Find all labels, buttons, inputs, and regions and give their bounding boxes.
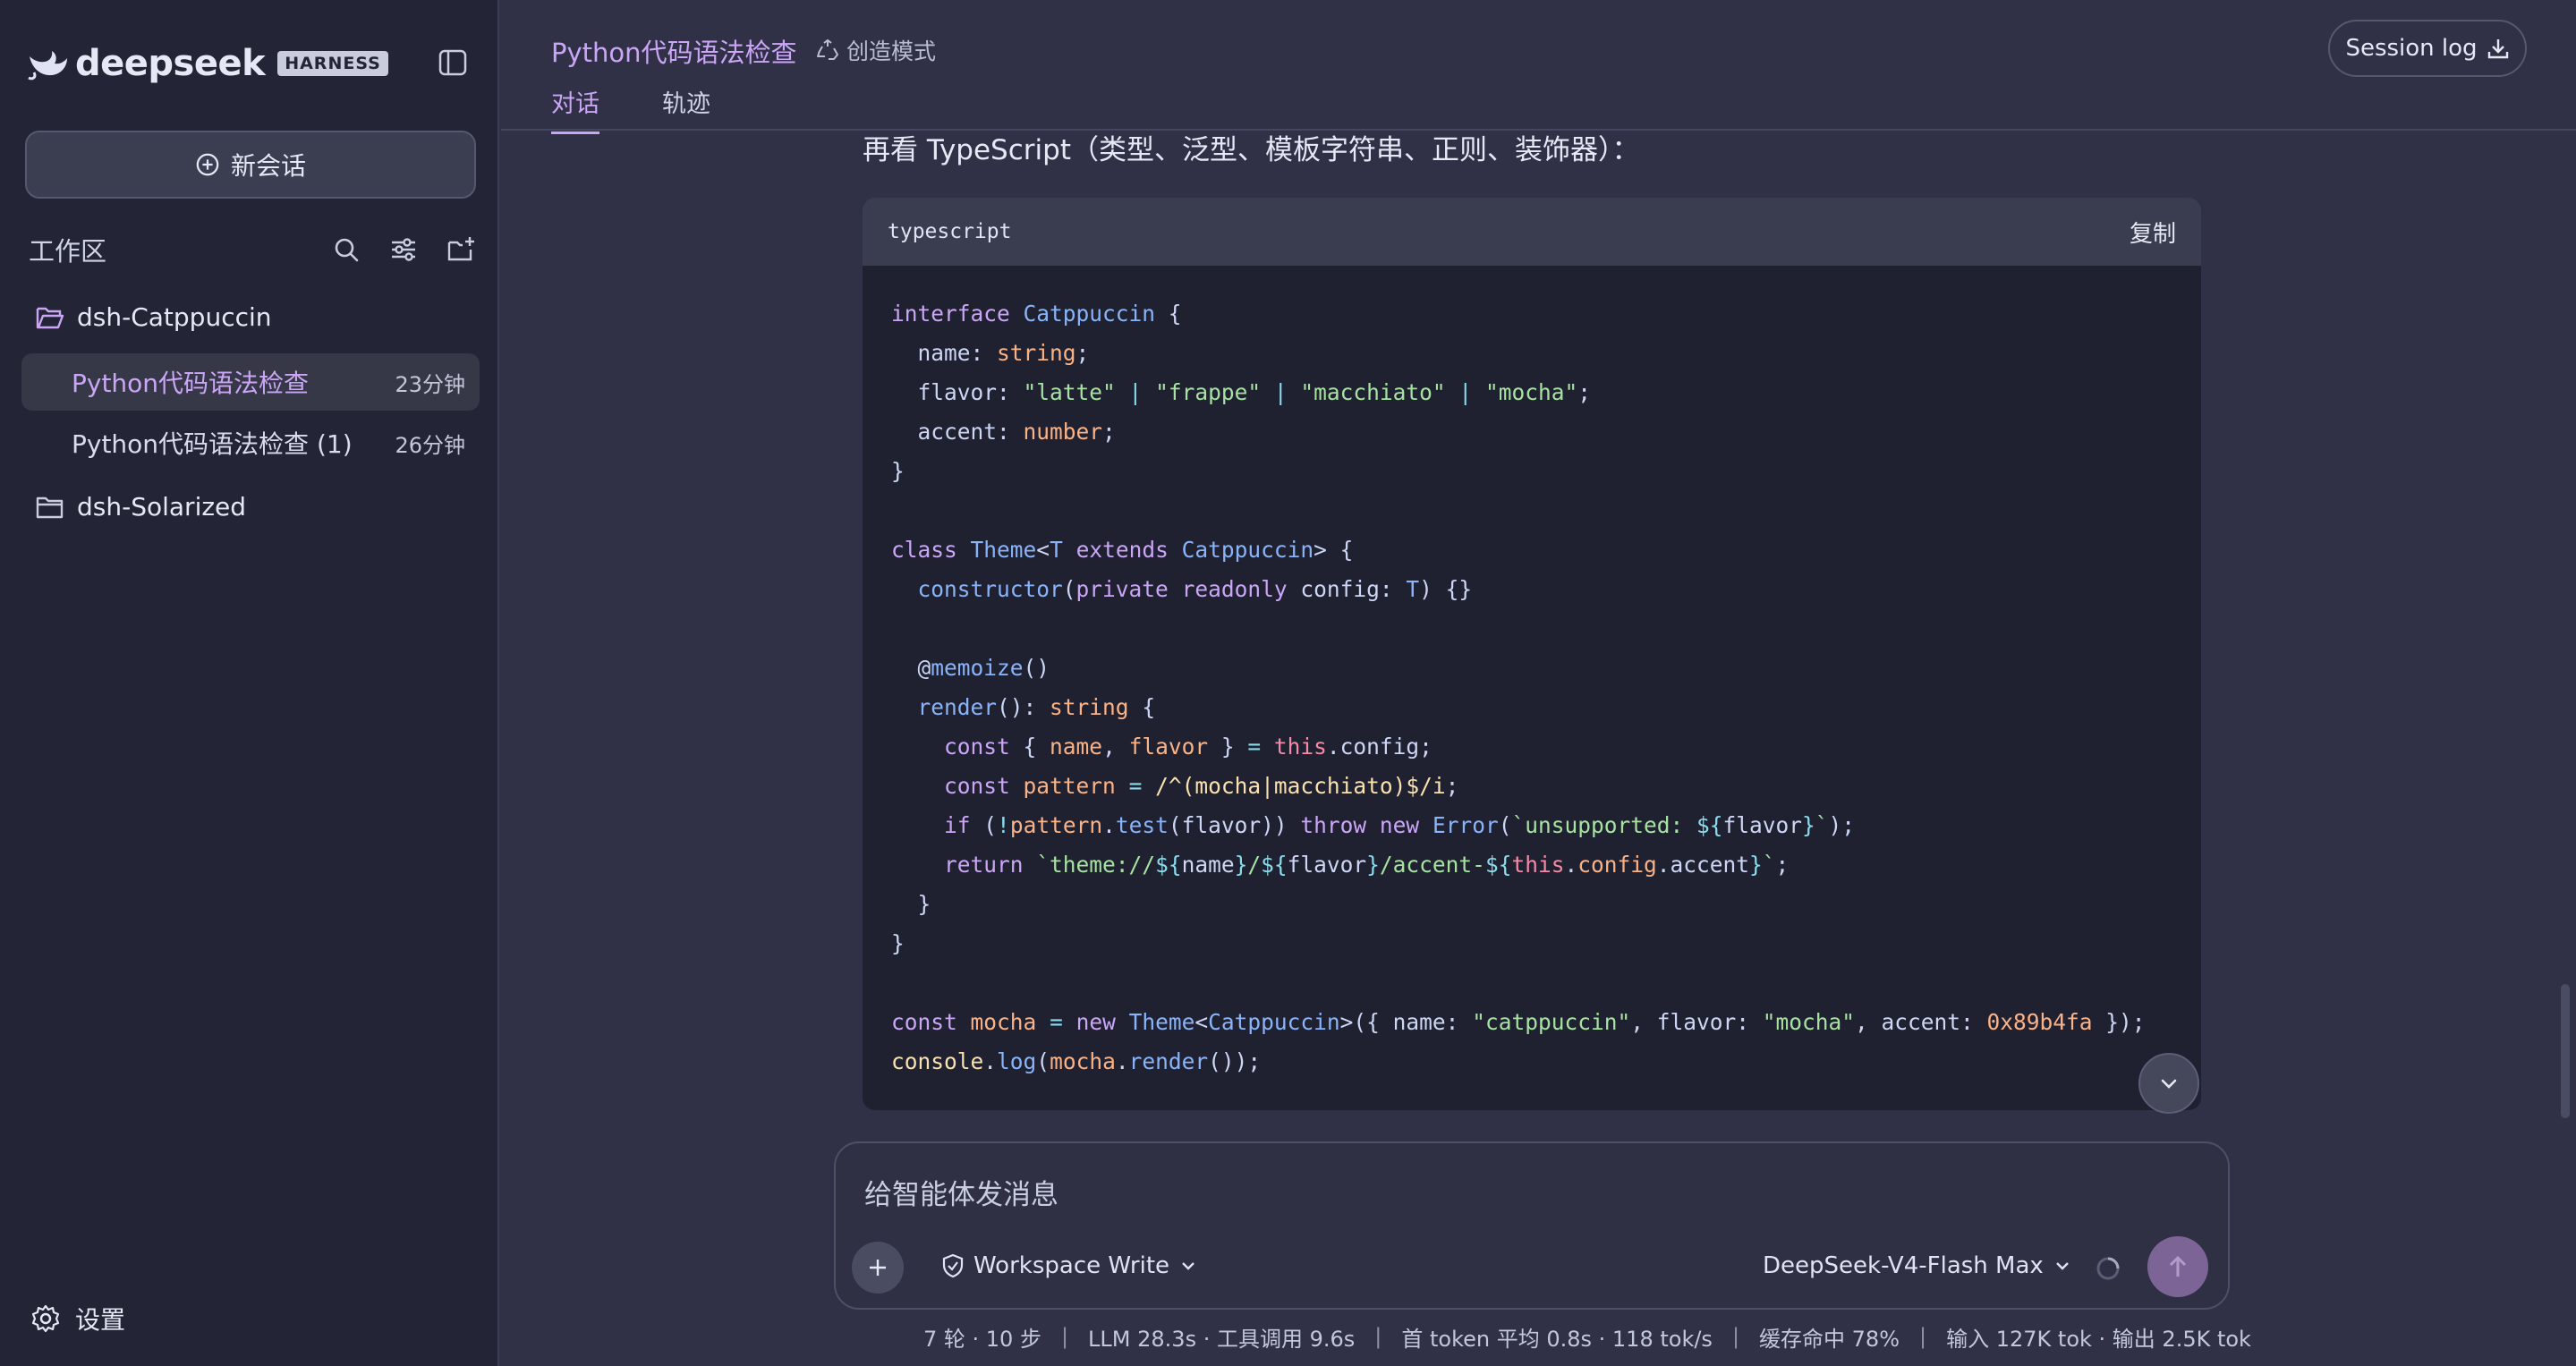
message-composer: 给智能体发消息 Workspace Write DeepSeek-V4-Flas… [834,1141,2230,1310]
scrollbar-thumb[interactable] [2561,984,2570,1118]
scroll-to-bottom-button[interactable] [2138,1053,2199,1114]
new-chat-button[interactable]: 新会话 [25,131,476,199]
status-divider: | [1919,1324,1927,1349]
status-divider: | [1060,1324,1069,1349]
attach-button[interactable] [852,1242,904,1294]
model-selector[interactable]: DeepSeek-V4-Flash Max [1763,1252,2072,1279]
mode-label: 创造模式 [846,38,937,64]
recycle-icon [817,38,838,60]
session-log-label: Session log [2345,35,2478,62]
permission-label: Workspace Write [973,1252,1170,1279]
session-title: Python代码语法检查 (1) [72,429,353,459]
filter-sliders-icon[interactable] [388,234,419,265]
permission-selector[interactable]: Workspace Write [941,1252,1198,1279]
folder-label: dsh-Solarized [77,492,247,522]
tab-trace[interactable]: 轨迹 [662,84,710,132]
tab-conversation[interactable]: 对话 [551,84,599,134]
code-language-label: typescript [888,220,1012,243]
status-llm-time: LLM 28.3s · 工具调用 9.6s [1088,1326,1356,1352]
chevron-down-icon [1182,1262,1194,1270]
code-content: interface Catppuccin { name: string; fla… [891,301,2146,1074]
code-block: typescript 复制 interface Catppuccin { nam… [863,198,2201,1110]
shield-check-icon [942,1253,964,1278]
harness-badge: HARNESS [277,51,388,76]
new-chat-label: 新会话 [230,151,306,181]
download-icon [2487,39,2508,59]
plus-icon [870,1260,886,1276]
session-item[interactable]: Python代码语法检查 (1) 26分钟 [21,414,480,471]
session-time: 23分钟 [395,371,465,397]
loading-spinner-icon [2096,1257,2120,1280]
sidebar: deepseek HARNESS 新会话 工作区 dsh-Catppuccin … [0,0,499,1366]
status-turns: 7 轮 · 10 步 [923,1326,1041,1352]
status-tokens: 输入 127K tok · 输出 2.5K tok [1946,1326,2251,1352]
new-folder-icon[interactable] [446,234,476,265]
workspace-title: 工作区 [29,236,107,267]
chevron-down-icon [2055,1262,2069,1270]
folder-item-catppuccin[interactable]: dsh-Catppuccin [36,302,272,332]
session-log-button[interactable]: Session log [2328,20,2527,77]
top-bar: Python代码语法检查 创造模式 对话 轨迹 Session log [501,0,2576,134]
message-text: 再看 TypeScript（类型、泛型、模板字符串、正则、装饰器）： [863,134,1640,166]
message-input[interactable]: 给智能体发消息 [864,1172,1058,1212]
brand-logo[interactable]: deepseek HARNESS [27,41,388,86]
folder-closed-icon [36,496,64,518]
arrow-up-icon [2169,1255,2187,1277]
status-divider: | [1731,1324,1740,1349]
gear-icon [31,1304,60,1333]
status-bar: 7 轮 · 10 步 | LLM 28.3s · 工具调用 9.6s | 首 t… [923,1322,2251,1352]
folder-open-icon [36,307,64,328]
whale-logo-icon [28,51,67,81]
search-icon[interactable] [331,234,361,265]
settings-button[interactable]: 设置 [30,1301,125,1336]
mode-indicator[interactable]: 创造模式 [816,34,936,66]
chevron-down-icon [2161,1079,2177,1089]
plus-circle-icon [196,153,219,176]
sidebar-panel-icon [438,49,467,76]
status-first-token: 首 token 平均 0.8s · 118 tok/s [1401,1326,1713,1352]
model-label: DeepSeek-V4-Flash Max [1763,1252,2044,1279]
folder-label: dsh-Catppuccin [77,302,272,332]
sidebar-toggle-button[interactable] [437,47,469,79]
status-divider: | [1374,1324,1382,1349]
status-cache: 缓存命中 78% [1759,1326,1900,1352]
folder-item-solarized[interactable]: dsh-Solarized [36,492,246,522]
copy-code-button[interactable]: 复制 [2130,216,2176,249]
brand-wordmark: deepseek [75,43,266,84]
settings-label: 设置 [75,1305,126,1335]
page-title: Python代码语法检查 [551,38,797,68]
session-item-active[interactable]: Python代码语法检查 23分钟 [21,353,480,411]
session-time: 26分钟 [395,432,465,458]
workspace-header: 工作区 [29,231,476,268]
send-button[interactable] [2147,1236,2208,1297]
session-title: Python代码语法检查 [72,369,310,398]
code-block-header: typescript 复制 [863,198,2201,266]
